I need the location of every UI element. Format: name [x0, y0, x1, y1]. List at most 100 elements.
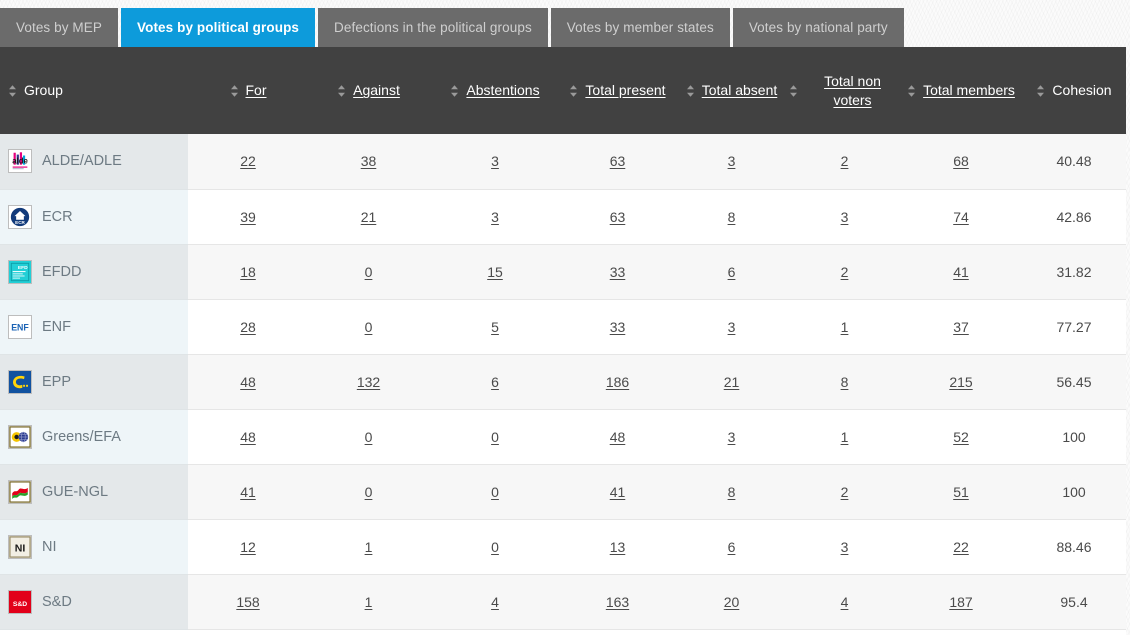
cell-link-abstentions[interactable]: 6	[491, 374, 499, 390]
sort-arrows-icon[interactable]	[789, 84, 798, 98]
cell-link-total-absent[interactable]: 8	[728, 209, 736, 225]
sort-arrows-icon[interactable]	[907, 84, 916, 98]
cell-link-total-non-voters[interactable]: 8	[841, 374, 849, 390]
cell-against: 1	[308, 519, 429, 575]
cell-link-abstentions[interactable]: 0	[491, 429, 499, 445]
cell-for: 28	[188, 299, 308, 355]
column-header-total-members[interactable]: Total members	[900, 47, 1022, 134]
cell-total-present: 13	[561, 519, 674, 575]
cell-link-abstentions[interactable]: 0	[491, 484, 499, 500]
tab-votes-by-member-states[interactable]: Votes by member states	[550, 8, 730, 47]
epp-logo	[8, 369, 32, 394]
cell-link-for[interactable]: 41	[240, 484, 256, 500]
cell-link-against[interactable]: 0	[365, 319, 373, 335]
sort-arrows-icon[interactable]	[230, 84, 239, 98]
column-header-group[interactable]: Group	[0, 47, 188, 134]
cell-link-total-members[interactable]: 74	[953, 209, 969, 225]
column-header-cohesion[interactable]: Cohesion	[1022, 47, 1126, 134]
cell-against: 0	[308, 244, 429, 300]
column-header-total-non-voters[interactable]: Total non voters	[789, 47, 900, 134]
cell-link-against[interactable]: 0	[365, 264, 373, 280]
cell-link-against[interactable]: 38	[361, 153, 377, 169]
cell-link-against[interactable]: 21	[361, 209, 377, 225]
column-header-abstentions[interactable]: Abstentions	[429, 47, 561, 134]
cell-link-total-absent[interactable]: 20	[724, 594, 740, 610]
column-header-against[interactable]: Against	[308, 47, 429, 134]
sort-arrows-icon[interactable]	[1036, 84, 1045, 98]
tab-defections-in-the-political-groups[interactable]: Defections in the political groups	[318, 8, 548, 47]
tab-votes-by-political-groups[interactable]: Votes by political groups	[121, 8, 316, 47]
cell-link-total-non-voters[interactable]: 2	[841, 484, 849, 500]
svg-text:EFD: EFD	[18, 264, 28, 270]
cell-link-for[interactable]: 48	[240, 429, 256, 445]
cell-link-total-members[interactable]: 52	[953, 429, 969, 445]
group-cell: S&D S&D	[0, 574, 188, 630]
tab-votes-by-national-party[interactable]: Votes by national party	[732, 8, 904, 47]
cell-link-for[interactable]: 22	[240, 153, 256, 169]
cell-link-total-present[interactable]: 33	[610, 319, 626, 335]
cell-link-abstentions[interactable]: 3	[491, 153, 499, 169]
sort-arrows-icon[interactable]	[450, 84, 459, 98]
sort-arrows-icon[interactable]	[686, 84, 695, 98]
cell-link-total-non-voters[interactable]: 3	[841, 209, 849, 225]
cell-link-abstentions[interactable]: 15	[487, 264, 503, 280]
cell-link-total-members[interactable]: 41	[953, 264, 969, 280]
cell-total-members: 68	[900, 134, 1022, 190]
column-header-total-present[interactable]: Total present	[561, 47, 674, 134]
cell-link-against[interactable]: 0	[365, 429, 373, 445]
cell-link-against[interactable]: 1	[365, 594, 373, 610]
cell-link-for[interactable]: 18	[240, 264, 256, 280]
cell-link-total-members[interactable]: 22	[953, 539, 969, 555]
cell-link-total-members[interactable]: 187	[949, 594, 972, 610]
column-header-inner: For	[188, 81, 308, 99]
cell-link-total-present[interactable]: 186	[606, 374, 629, 390]
column-header-total-absent[interactable]: Total absent	[674, 47, 789, 134]
cell-link-total-absent[interactable]: 3	[728, 153, 736, 169]
cell-link-total-present[interactable]: 48	[610, 429, 626, 445]
sort-arrows-icon[interactable]	[337, 84, 346, 98]
cell-link-total-non-voters[interactable]: 2	[841, 264, 849, 280]
column-header-inner: Total absent	[674, 81, 789, 99]
cell-link-for[interactable]: 39	[240, 209, 256, 225]
cell-link-for[interactable]: 28	[240, 319, 256, 335]
cell-link-total-non-voters[interactable]: 1	[841, 429, 849, 445]
cell-link-against[interactable]: 1	[365, 539, 373, 555]
cell-link-total-present[interactable]: 63	[610, 209, 626, 225]
cell-link-total-present[interactable]: 33	[610, 264, 626, 280]
cell-link-for[interactable]: 158	[236, 594, 259, 610]
cell-link-total-members[interactable]: 51	[953, 484, 969, 500]
cell-link-abstentions[interactable]: 3	[491, 209, 499, 225]
cell-link-total-present[interactable]: 13	[610, 539, 626, 555]
cell-link-abstentions[interactable]: 5	[491, 319, 499, 335]
cell-link-total-non-voters[interactable]: 2	[841, 153, 849, 169]
sort-arrows-icon[interactable]	[569, 84, 578, 98]
cell-link-total-absent[interactable]: 3	[728, 429, 736, 445]
cell-link-total-present[interactable]: 41	[610, 484, 626, 500]
cell-link-for[interactable]: 48	[240, 374, 256, 390]
cell-link-total-absent[interactable]: 6	[728, 539, 736, 555]
cell-link-total-absent[interactable]: 3	[728, 319, 736, 335]
cell-link-against[interactable]: 0	[365, 484, 373, 500]
cell-link-total-absent[interactable]: 8	[728, 484, 736, 500]
group-inner: GUE-NGL	[8, 479, 188, 504]
sort-arrows-icon[interactable]	[8, 84, 17, 98]
cell-link-total-non-voters[interactable]: 4	[841, 594, 849, 610]
cell-link-total-present[interactable]: 63	[610, 153, 626, 169]
cell-link-total-non-voters[interactable]: 3	[841, 539, 849, 555]
cell-link-abstentions[interactable]: 0	[491, 539, 499, 555]
cell-link-total-members[interactable]: 37	[953, 319, 969, 335]
cell-total-absent: 3	[674, 409, 789, 465]
cell-link-total-non-voters[interactable]: 1	[841, 319, 849, 335]
cell-link-abstentions[interactable]: 4	[491, 594, 499, 610]
cohesion-value: 40.48	[1056, 153, 1092, 170]
cell-link-total-absent[interactable]: 21	[724, 374, 740, 390]
cell-link-for[interactable]: 12	[240, 539, 256, 555]
tab-votes-by-mep[interactable]: Votes by MEP	[0, 8, 118, 47]
svg-text:S&D: S&D	[13, 600, 27, 607]
cell-link-against[interactable]: 132	[357, 374, 380, 390]
column-header-for[interactable]: For	[188, 47, 308, 134]
cell-link-total-present[interactable]: 163	[606, 594, 629, 610]
cell-link-total-members[interactable]: 215	[949, 374, 972, 390]
cell-link-total-members[interactable]: 68	[953, 153, 969, 169]
cell-link-total-absent[interactable]: 6	[728, 264, 736, 280]
